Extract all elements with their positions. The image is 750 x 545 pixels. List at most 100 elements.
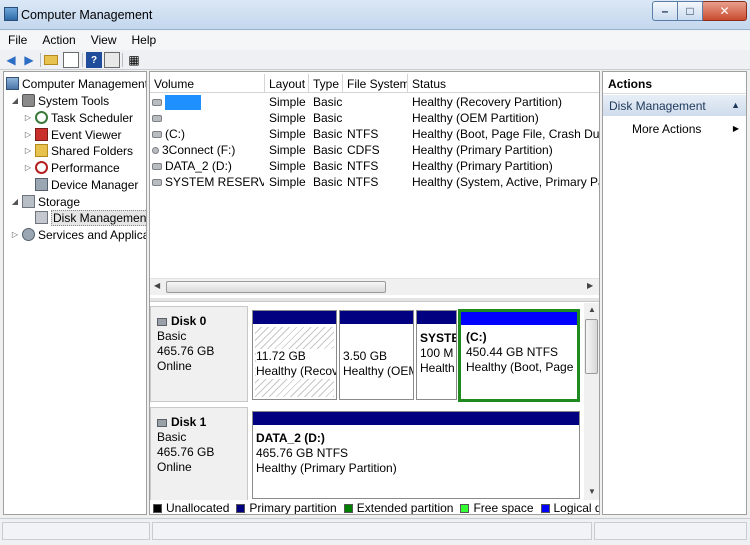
collapse-arrow-icon[interactable]: ◢ bbox=[10, 96, 20, 105]
volume-row[interactable]: DATA_2 (D:) Simple Basic NTFS Healthy (P… bbox=[150, 158, 599, 174]
navigation-tree[interactable]: Computer Management ◢ System Tools ▷ Tas… bbox=[3, 71, 147, 515]
column-header-status[interactable]: Status bbox=[408, 74, 599, 93]
column-header-layout[interactable]: Layout bbox=[265, 74, 309, 93]
partition-recovery[interactable]: 11.72 GB Healthy (Recov bbox=[252, 310, 337, 400]
tools-icon bbox=[22, 94, 35, 107]
tree-item-storage[interactable]: ◢ Storage bbox=[10, 193, 80, 210]
legend-unallocated: Unallocated bbox=[153, 501, 229, 514]
computer-icon bbox=[6, 77, 19, 90]
legend-swatch bbox=[460, 503, 470, 513]
column-header-file-system[interactable]: File System bbox=[343, 74, 408, 93]
volume-row[interactable]: Simple Basic Healthy (OEM Partition) bbox=[150, 110, 599, 126]
expand-arrow-icon[interactable]: ▷ bbox=[23, 146, 33, 155]
more-actions-item[interactable]: More Actions ▶ bbox=[603, 120, 746, 138]
disk-1-label[interactable]: Disk 1 Basic 465.76 GB Online bbox=[150, 407, 248, 503]
back-arrow-icon[interactable]: ◀ bbox=[3, 52, 19, 68]
title-bar[interactable]: Computer Management – □ ✕ bbox=[0, 0, 750, 30]
window-controls: – □ ✕ bbox=[652, 1, 747, 21]
menu-view[interactable]: View bbox=[83, 31, 124, 50]
toolbar-separator bbox=[122, 53, 123, 67]
tree-item-disk-management[interactable]: Disk Management bbox=[23, 209, 146, 226]
maximize-button[interactable]: □ bbox=[678, 1, 703, 21]
window-title: Computer Management bbox=[21, 8, 153, 22]
forward-arrow-icon[interactable]: ▶ bbox=[21, 52, 37, 68]
volume-icon bbox=[152, 179, 162, 187]
legend-swatch bbox=[153, 503, 162, 513]
volume-row[interactable]: 3Connect (F:) Simple Basic CDFS Healthy … bbox=[150, 142, 599, 158]
redacted-volume-name bbox=[165, 95, 201, 111]
toolbar-separator bbox=[82, 53, 83, 67]
status-bar-segment bbox=[594, 522, 747, 540]
properties-icon[interactable] bbox=[63, 52, 79, 68]
tree-item-system-tools[interactable]: ◢ System Tools bbox=[10, 92, 109, 109]
status-bar-segment bbox=[152, 522, 592, 540]
actions-section-disk-management[interactable]: Disk Management ▲ bbox=[603, 95, 746, 116]
volume-row[interactable]: (C:) Simple Basic NTFS Healthy (Boot, Pa… bbox=[150, 126, 599, 142]
tree-item-services-and-applications[interactable]: ▷ Services and Applicat bbox=[10, 226, 146, 243]
partition-oem[interactable]: 3.50 GB Healthy (OEM bbox=[339, 310, 414, 400]
menu-file[interactable]: File bbox=[0, 31, 34, 50]
status-bar bbox=[0, 518, 750, 545]
clock-icon bbox=[35, 111, 48, 124]
performance-icon bbox=[35, 161, 48, 174]
minimize-button[interactable]: – bbox=[652, 1, 678, 21]
tree-item-event-viewer[interactable]: ▷ Event Viewer bbox=[23, 126, 122, 143]
primary-partition-bar bbox=[253, 412, 579, 425]
primary-partition-bar bbox=[253, 311, 336, 324]
toolbar: ◀ ▶ ? ▦ bbox=[0, 50, 750, 70]
event-viewer-icon bbox=[35, 128, 48, 141]
volume-list-horizontal-scrollbar[interactable]: ◀ ▶ bbox=[150, 278, 599, 295]
collapse-arrow-icon[interactable]: ◢ bbox=[10, 197, 20, 206]
services-icon bbox=[22, 228, 35, 241]
expand-arrow-icon[interactable]: ▷ bbox=[23, 163, 33, 172]
partition-data-2[interactable]: DATA_2 (D:) 465.76 GB NTFS Healthy (Prim… bbox=[252, 411, 580, 499]
disk-0-label[interactable]: Disk 0 Basic 465.76 GB Online bbox=[150, 306, 248, 402]
scroll-right-arrow-icon[interactable]: ▶ bbox=[587, 281, 593, 290]
column-header-type[interactable]: Type bbox=[309, 74, 343, 93]
toolbar-separator bbox=[40, 53, 41, 67]
collapse-triangle-icon[interactable]: ▲ bbox=[731, 100, 740, 110]
legend-free-space: Free space bbox=[460, 501, 534, 514]
menu-help[interactable]: Help bbox=[124, 31, 164, 50]
legend-swatch bbox=[236, 503, 246, 513]
column-header-volume[interactable]: Volume bbox=[150, 74, 265, 93]
tree-item-performance[interactable]: ▷ Performance bbox=[23, 159, 120, 176]
scroll-down-arrow-icon[interactable]: ▼ bbox=[588, 487, 596, 496]
up-folder-icon[interactable] bbox=[43, 52, 59, 68]
expand-arrow-icon[interactable]: ▷ bbox=[23, 130, 33, 139]
help-icon[interactable]: ? bbox=[86, 52, 102, 68]
partition-legend: Unallocated Primary partition Extended p… bbox=[150, 500, 599, 514]
shared-folder-icon bbox=[35, 144, 48, 157]
show-hide-tree-icon[interactable] bbox=[104, 52, 120, 68]
close-button[interactable]: ✕ bbox=[703, 1, 747, 21]
scrollbar-thumb[interactable] bbox=[166, 281, 386, 293]
volume-row[interactable]: Simple Basic Healthy (Recovery Partition… bbox=[150, 94, 599, 111]
menu-action[interactable]: Action bbox=[34, 31, 82, 50]
disk-management-pane: Volume Layout Type File System Status Si… bbox=[149, 71, 600, 515]
scroll-left-arrow-icon[interactable]: ◀ bbox=[154, 281, 160, 290]
disk-layout-area: Disk 0 Basic 465.76 GB Online 11.72 GB H… bbox=[150, 303, 584, 514]
computer-management-app-icon[interactable] bbox=[4, 7, 18, 21]
volume-icon bbox=[152, 99, 162, 107]
expand-arrow-icon[interactable]: ▷ bbox=[23, 113, 33, 122]
export-icon[interactable]: ▦ bbox=[126, 52, 142, 68]
tree-item-shared-folders[interactable]: ▷ Shared Folders bbox=[23, 142, 133, 159]
primary-partition-bar bbox=[461, 312, 577, 325]
expand-arrow-icon[interactable]: ▷ bbox=[10, 230, 20, 239]
scroll-up-arrow-icon[interactable]: ▲ bbox=[588, 305, 596, 314]
volume-list-header: Volume Layout Type File System Status bbox=[150, 74, 599, 93]
tree-item-task-scheduler[interactable]: ▷ Task Scheduler bbox=[23, 109, 133, 126]
partition-c-drive[interactable]: (C:) 450.44 GB NTFS Healthy (Boot, Page … bbox=[458, 309, 580, 402]
cd-drive-icon bbox=[152, 147, 159, 155]
volume-icon bbox=[152, 131, 162, 139]
tree-item-device-manager[interactable]: Device Manager bbox=[23, 176, 138, 193]
status-bar-segment bbox=[2, 522, 150, 540]
volume-icon bbox=[152, 163, 162, 171]
pane-splitter[interactable] bbox=[150, 298, 599, 302]
legend-swatch bbox=[540, 503, 550, 513]
partition-system-reserved[interactable]: SYSTE 100 M Health bbox=[416, 310, 457, 400]
disk-area-vertical-scrollbar[interactable]: ▲ ▼ bbox=[584, 303, 599, 514]
volume-row[interactable]: SYSTEM RESERVED Simple Basic NTFS Health… bbox=[150, 174, 599, 190]
tree-item-computer-management[interactable]: Computer Management bbox=[6, 75, 146, 92]
scrollbar-thumb[interactable] bbox=[585, 319, 598, 374]
